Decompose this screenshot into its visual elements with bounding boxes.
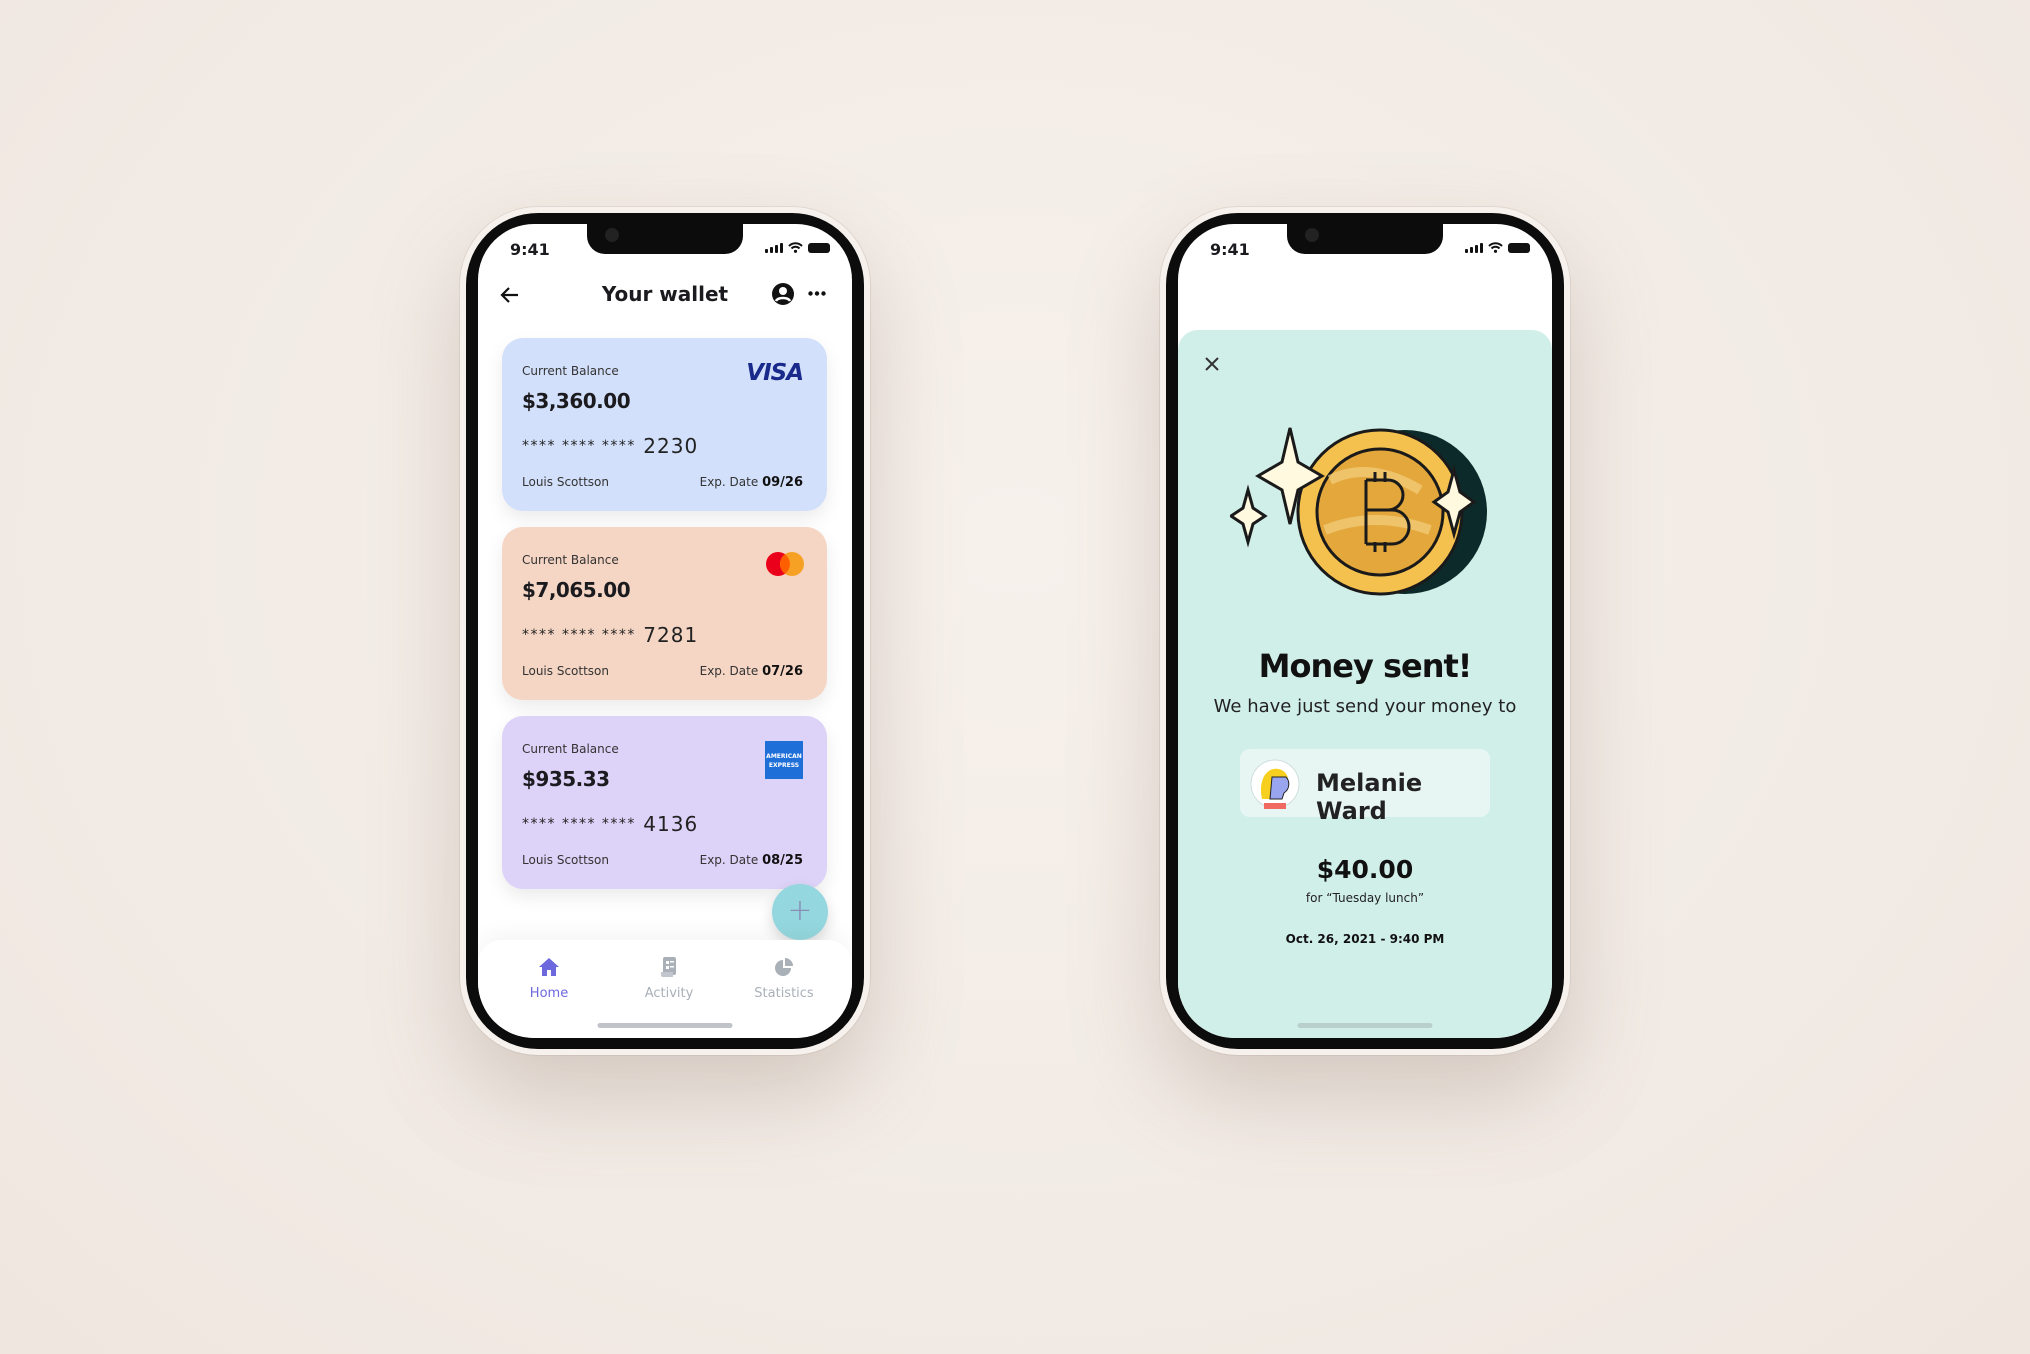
success-screen: 9:41 Money sent! We have just send your … — [1178, 224, 1552, 1038]
battery-icon — [808, 242, 830, 253]
status-time: 9:41 — [1210, 240, 1250, 259]
card-holder: Louis Scottson — [522, 475, 609, 489]
expiry-date: Exp. Date 09/26 — [699, 475, 803, 490]
expiry-date: Exp. Date 07/26 — [699, 664, 803, 679]
balance-amount: $3,360.00 — [522, 389, 631, 413]
expiry-date: Exp. Date 08/25 — [699, 853, 803, 868]
card-amex[interactable]: Current Balance $935.33 **** **** **** 4… — [502, 716, 827, 889]
bottom-nav: Home Activity Statistics — [478, 940, 852, 1038]
home-indicator — [1297, 1023, 1433, 1028]
success-title: Money sent! — [1258, 647, 1473, 685]
home-icon — [539, 958, 559, 976]
receipt-icon — [661, 957, 676, 977]
status-icons — [1465, 242, 1530, 253]
avatar — [1250, 759, 1300, 809]
card-holder: Louis Scottson — [522, 853, 609, 867]
close-icon[interactable] — [1204, 356, 1220, 372]
wifi-icon — [788, 242, 803, 253]
signal-icon — [1465, 242, 1483, 253]
card-mastercard[interactable]: Current Balance $7,065.00 **** **** ****… — [502, 527, 827, 700]
pie-chart-icon — [775, 958, 793, 976]
nav-statistics[interactable]: Statistics — [739, 954, 829, 1001]
nav-activity[interactable]: Activity — [624, 954, 714, 1001]
amex-logo: AMERICAN EXPRESS — [765, 741, 803, 779]
card-holder: Louis Scottson — [522, 664, 609, 678]
header: Your wallet — [478, 280, 852, 310]
status-time: 9:41 — [510, 240, 550, 259]
visa-logo: VISA — [746, 360, 804, 386]
bitcoin-coin-illustration — [1230, 427, 1487, 596]
signal-icon — [765, 242, 783, 253]
wallet-screen: 9:41 Your wallet Current Balance $3,360.… — [478, 224, 852, 1038]
balance-label: Current Balance — [522, 364, 619, 378]
page-title: Your wallet — [601, 282, 729, 306]
card-number: **** **** **** 7281 — [522, 623, 699, 647]
recipient-name: Melanie Ward — [1316, 769, 1423, 825]
user-circle-icon[interactable] — [771, 282, 795, 306]
mastercard-logo — [766, 552, 804, 576]
nav-home[interactable]: Home — [504, 954, 594, 1001]
more-dots-icon[interactable] — [808, 291, 826, 296]
balance-amount: $935.33 — [522, 767, 610, 791]
home-indicator — [597, 1023, 733, 1028]
status-icons — [765, 242, 830, 253]
success-phone: 9:41 Money sent! We have just send your … — [1160, 207, 1570, 1055]
battery-icon — [1508, 242, 1530, 253]
sent-amount: $40.00 — [1316, 855, 1414, 884]
add-card-button[interactable]: + — [772, 884, 828, 940]
wifi-icon — [1488, 242, 1503, 253]
balance-label: Current Balance — [522, 553, 619, 567]
card-visa[interactable]: Current Balance $3,360.00 **** **** ****… — [502, 338, 827, 511]
recipient-chip[interactable]: Melanie Ward — [1240, 749, 1490, 825]
success-sheet: Money sent! We have just send your money… — [1178, 330, 1552, 1038]
card-number: **** **** **** 4136 — [522, 812, 699, 836]
balance-amount: $7,065.00 — [522, 578, 631, 602]
success-subtitle: We have just send your money to — [1213, 696, 1517, 717]
payment-note: for “Tuesday lunch” — [1305, 891, 1425, 905]
balance-label: Current Balance — [522, 742, 619, 756]
card-number: **** **** **** 2230 — [522, 434, 699, 458]
payment-datetime: Oct. 26, 2021 - 9:40 PM — [1285, 932, 1445, 946]
wallet-phone: 9:41 Your wallet Current Balance $3,360.… — [460, 207, 870, 1055]
